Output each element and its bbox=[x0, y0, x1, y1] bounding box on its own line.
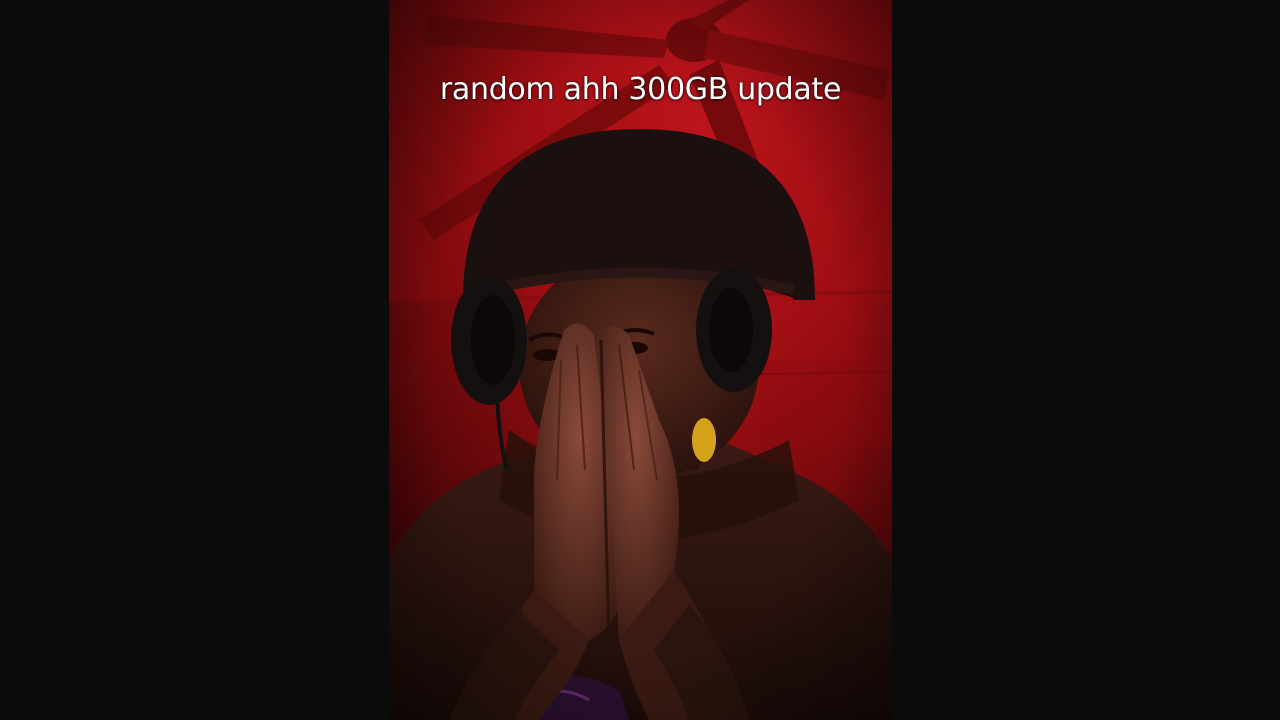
video-player[interactable]: random ahh 300GB update bbox=[389, 0, 892, 720]
video-caption: random ahh 300GB update bbox=[439, 72, 842, 107]
letterbox-right bbox=[892, 0, 1280, 720]
letterbox-left bbox=[0, 0, 389, 720]
